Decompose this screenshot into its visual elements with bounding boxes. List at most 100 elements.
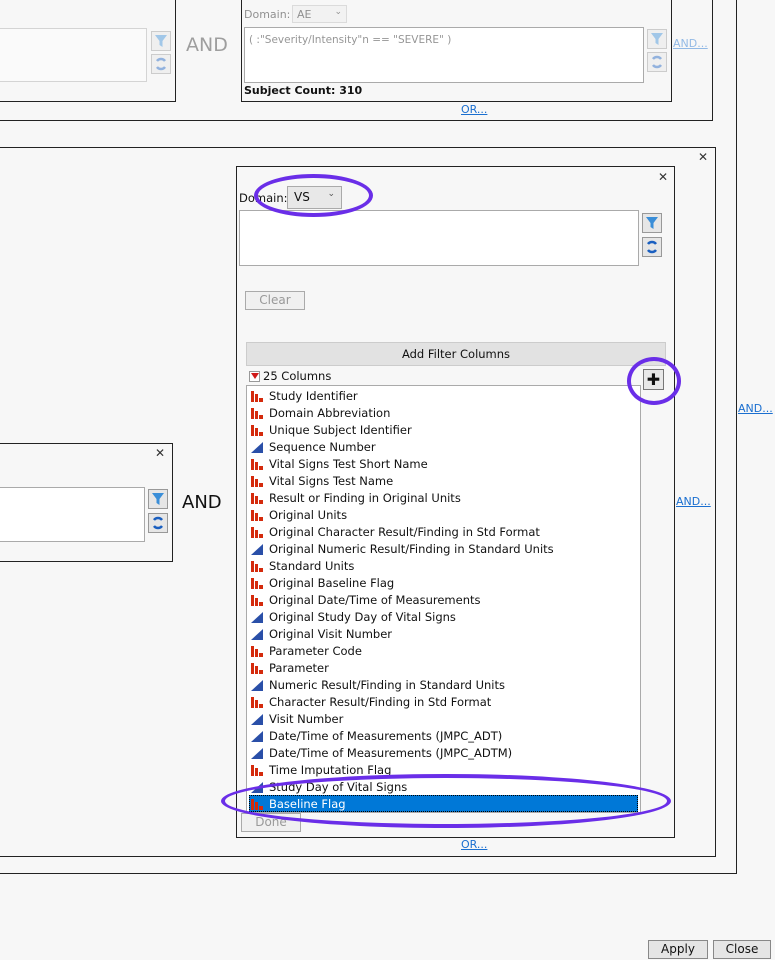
nominal-column-icon <box>251 560 263 572</box>
or-link[interactable]: OR... <box>461 838 487 851</box>
nominal-column-icon <box>251 662 263 674</box>
filter-funnel-icon[interactable] <box>642 213 662 233</box>
and-label: AND <box>186 34 228 56</box>
outer-frame-bottom <box>0 873 737 874</box>
column-label: Result or Finding in Original Units <box>269 490 461 505</box>
close-button[interactable]: Close <box>713 940 771 959</box>
domain-select[interactable]: VS ⌄ <box>287 186 342 209</box>
column-list-item[interactable]: Numeric Result/Finding in Standard Units <box>247 676 640 693</box>
column-list-item[interactable]: Character Result/Finding in Std Format <box>247 693 640 710</box>
column-label: Sequence Number <box>269 439 376 454</box>
add-filter-columns-header: Add Filter Columns <box>246 342 666 366</box>
filter-expression-box[interactable] <box>0 487 145 542</box>
column-list-item[interactable]: Original Study Day of Vital Signs <box>247 608 640 625</box>
nominal-column-icon <box>251 594 263 606</box>
filter-expression-box[interactable] <box>239 210 639 266</box>
column-list-item[interactable]: Original Visit Number <box>247 625 640 642</box>
nominal-column-icon <box>251 509 263 521</box>
column-list-item[interactable]: Visit Number <box>247 710 640 727</box>
nominal-column-icon <box>251 696 263 708</box>
column-label: Unique Subject Identifier <box>269 422 412 437</box>
filter-expression: ( :"Severity/Intensity"n == "SEVERE" ) <box>249 34 452 46</box>
filter-expression-box[interactable] <box>0 28 147 82</box>
column-label: Study Identifier <box>269 388 358 403</box>
refresh-icon[interactable] <box>151 54 171 74</box>
filter-expression-box[interactable]: ( :"Severity/Intensity"n == "SEVERE" ) <box>244 27 644 83</box>
column-label: Vital Signs Test Short Name <box>269 456 428 471</box>
continuous-column-icon <box>251 611 263 623</box>
column-label: Parameter Code <box>269 643 362 658</box>
continuous-column-icon <box>251 747 263 759</box>
column-list-item[interactable]: Time Imputation Flag <box>247 761 640 778</box>
column-list-item[interactable]: Parameter Code <box>247 642 640 659</box>
domain-select[interactable]: AE ⌄ <box>292 5 347 23</box>
column-label: Original Character Result/Finding in Std… <box>269 524 540 539</box>
and-link[interactable]: AND... <box>673 37 708 50</box>
column-list-item[interactable]: Unique Subject Identifier <box>247 421 640 438</box>
refresh-icon[interactable] <box>647 52 667 72</box>
and-link-outer[interactable]: AND... <box>738 402 773 415</box>
column-list-item[interactable]: Study Identifier <box>247 387 640 404</box>
column-list-item[interactable]: Standard Units <box>247 557 640 574</box>
column-list-item[interactable]: Date/Time of Measurements (JMPC_ADT) <box>247 727 640 744</box>
column-list-item[interactable]: Domain Abbreviation <box>247 404 640 421</box>
column-list-item[interactable]: Original Units <box>247 506 640 523</box>
column-label: Character Result/Finding in Std Format <box>269 694 492 709</box>
domain-label: Domain: <box>239 191 288 205</box>
continuous-column-icon <box>251 543 263 555</box>
continuous-column-icon <box>251 628 263 640</box>
and-link[interactable]: AND... <box>676 495 711 508</box>
filter-funnel-icon[interactable] <box>151 31 171 51</box>
column-label: Visit Number <box>269 711 344 726</box>
chevron-down-icon: ⌄ <box>334 7 342 17</box>
columns-count: 25 Columns <box>263 369 332 383</box>
column-list-item[interactable]: Date/Time of Measurements (JMPC_ADTM) <box>247 744 640 761</box>
refresh-icon[interactable] <box>642 237 662 257</box>
column-list-item[interactable]: Study Day of Vital Signs <box>247 778 640 795</box>
column-label: Original Date/Time of Measurements <box>269 592 481 607</box>
top-right-filter-panel: Domain: AE ⌄ ( :"Severity/Intensity"n == … <box>241 0 672 102</box>
nominal-column-icon <box>251 390 263 402</box>
column-list-item[interactable]: Result or Finding in Original Units <box>247 489 640 506</box>
column-label: Study Day of Vital Signs <box>269 779 408 794</box>
chevron-down-icon: ⌄ <box>327 189 335 199</box>
column-list-item[interactable]: Original Date/Time of Measurements <box>247 591 640 608</box>
continuous-column-icon <box>251 730 263 742</box>
nominal-column-icon <box>251 798 263 810</box>
refresh-icon[interactable] <box>148 513 168 533</box>
add-column-plus-button[interactable]: ✚ <box>643 369 664 390</box>
column-label: Baseline Flag <box>269 796 346 811</box>
or-link[interactable]: OR... <box>461 103 487 116</box>
apply-button[interactable]: Apply <box>648 940 708 959</box>
column-list-item[interactable]: Original Character Result/Finding in Std… <box>247 523 640 540</box>
red-triangle-menu-icon[interactable] <box>249 370 260 382</box>
column-label: Time Imputation Flag <box>269 762 392 777</box>
close-icon[interactable]: ✕ <box>155 446 165 460</box>
column-list-item[interactable]: Vital Signs Test Short Name <box>247 455 640 472</box>
column-label: Original Visit Number <box>269 626 393 641</box>
column-list-item[interactable]: Sequence Number <box>247 438 640 455</box>
clear-button[interactable]: Clear <box>245 291 305 310</box>
outer-frame-line <box>736 0 737 874</box>
column-label: Date/Time of Measurements (JMPC_ADTM) <box>269 745 513 760</box>
nominal-column-icon <box>251 458 263 470</box>
close-icon[interactable]: ✕ <box>658 170 668 184</box>
column-list-item[interactable]: Vital Signs Test Name <box>247 472 640 489</box>
domain-value: VS <box>294 190 310 204</box>
nominal-column-icon <box>251 475 263 487</box>
nominal-column-icon <box>251 577 263 589</box>
close-icon[interactable]: ✕ <box>698 150 708 164</box>
done-button[interactable]: Done <box>241 813 301 832</box>
column-label: Date/Time of Measurements (JMPC_ADT) <box>269 728 503 743</box>
subject-count: Subject Count: 310 <box>244 84 363 97</box>
column-list-item[interactable]: Original Baseline Flag <box>247 574 640 591</box>
columns-list[interactable]: Study Identifier Domain Abbreviation Uniqu… <box>246 385 641 813</box>
filter-funnel-icon[interactable] <box>148 489 168 509</box>
column-list-item[interactable]: Parameter <box>247 659 640 676</box>
column-list-item[interactable]: Original Numeric Result/Finding in Stand… <box>247 540 640 557</box>
columns-toggle[interactable]: 25 Columns <box>249 369 331 383</box>
column-list-item[interactable]: Baseline Flag <box>249 795 638 812</box>
top-left-filter-panel <box>0 0 176 102</box>
domain-value: AE <box>297 8 312 21</box>
filter-funnel-icon[interactable] <box>647 29 667 49</box>
